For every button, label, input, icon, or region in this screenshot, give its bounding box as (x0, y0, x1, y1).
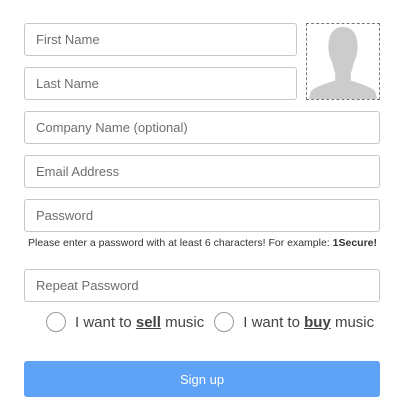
sell-label-prefix: I want to (75, 313, 136, 331)
sell-radio-button[interactable] (46, 312, 66, 332)
buy-radio-button[interactable] (214, 312, 235, 332)
buy-music-option[interactable]: I want to buy music (214, 312, 374, 332)
buy-radio-label: I want to buy music (243, 314, 374, 331)
password-hint-text: Please enter a password with at least 6 … (28, 237, 333, 249)
signup-button[interactable]: Sign up (24, 361, 380, 397)
sell-label-keyword: sell (135, 313, 161, 331)
company-name-input[interactable] (24, 111, 380, 144)
person-silhouette-icon (308, 26, 378, 99)
sell-label-suffix: music (160, 313, 205, 331)
email-input[interactable] (24, 155, 380, 188)
account-type-radio-group: I want to sell music I want to buy music (46, 312, 374, 332)
buy-label-suffix: music (330, 313, 375, 331)
avatar-upload[interactable] (306, 23, 380, 100)
signup-form: Please enter a password with at least 6 … (0, 0, 404, 414)
first-name-input[interactable] (24, 23, 297, 56)
sell-radio-label: I want to sell music (75, 314, 204, 331)
password-input[interactable] (24, 199, 380, 232)
repeat-password-input[interactable] (24, 269, 380, 302)
buy-label-keyword: buy (304, 313, 331, 331)
buy-label-prefix: I want to (243, 313, 305, 331)
password-hint-example: 1Secure! (332, 237, 378, 249)
password-hint: Please enter a password with at least 6 … (28, 237, 377, 249)
sell-music-option[interactable]: I want to sell music (46, 312, 204, 332)
last-name-input[interactable] (24, 67, 297, 100)
